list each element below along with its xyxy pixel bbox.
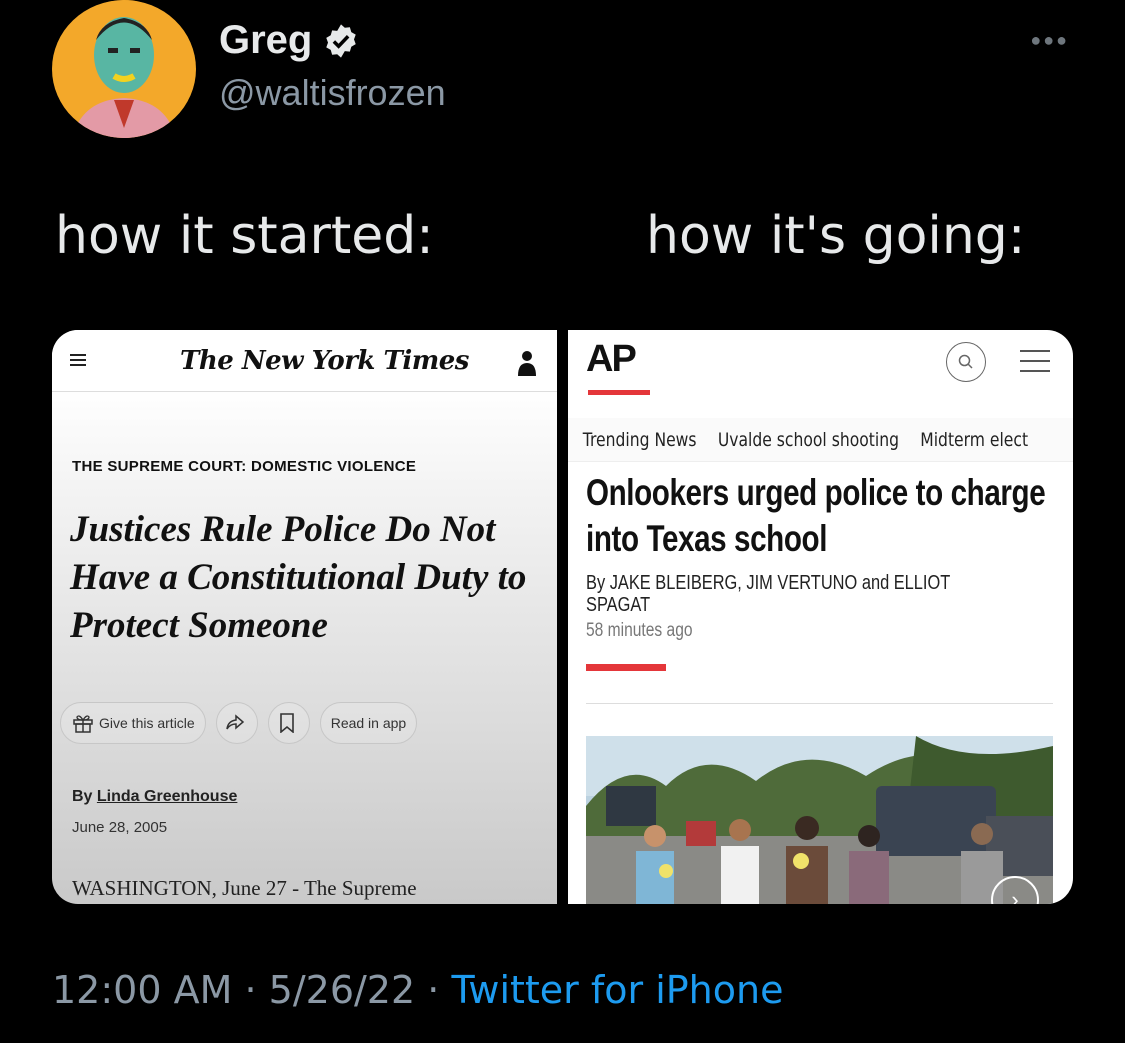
byline-prefix: By [72, 788, 93, 805]
ap-logo-underline [588, 390, 650, 395]
bookmark-icon [279, 713, 294, 733]
avatar[interactable] [52, 0, 196, 138]
bookmark-button [267, 702, 310, 744]
ap-photo: › [586, 736, 1053, 904]
nyt-logo: The New York Times [180, 346, 469, 376]
ap-trending-nav: Trending News Uvalde school shooting Mid… [568, 418, 1073, 462]
nyt-byline: By Linda Greenhouse [72, 788, 237, 806]
tweet-source-link[interactable]: Twitter for iPhone [451, 968, 783, 1012]
verified-badge-icon [326, 23, 357, 58]
nyt-kicker: THE SUPREME COURT: DOMESTIC VIOLENCE [72, 458, 417, 475]
tweet-date[interactable]: 5/26/22 [269, 968, 416, 1012]
tweet-meta: 12:00 AM · 5/26/22 · Twitter for iPhone [52, 968, 783, 1012]
more-options-icon[interactable]: ●●● [1030, 30, 1069, 51]
ap-screenshot[interactable]: AP Trending News Uvalde school shooting … [568, 330, 1073, 904]
ap-timestamp: 58 minutes ago [586, 620, 693, 641]
meta-separator: · [244, 968, 257, 1012]
read-in-app-button: Read in app [319, 702, 418, 744]
ap-divider [586, 703, 1053, 704]
nyt-date: June 28, 2005 [72, 819, 168, 836]
hamburger-menu-icon [70, 354, 86, 369]
ap-headline: Onlookers urged police to charge into Te… [586, 472, 1046, 559]
user-icon [518, 351, 536, 376]
read-in-app-label: Read in app [330, 715, 407, 731]
meta-separator: · [427, 968, 440, 1012]
ap-red-divider [586, 664, 666, 671]
give-article-label: Give this article [99, 715, 195, 731]
give-article-button: Give this article [60, 702, 206, 744]
gift-icon [73, 715, 93, 733]
tweet-media[interactable]: The New York Times THE SUPREME COURT: DO… [52, 330, 1073, 904]
display-name[interactable]: Greg [219, 18, 360, 63]
hamburger-menu-icon [1020, 350, 1050, 380]
author-link: Linda Greenhouse [96, 788, 238, 805]
share-button [215, 702, 258, 744]
nyt-screenshot[interactable]: The New York Times THE SUPREME COURT: DO… [52, 330, 557, 904]
user-handle[interactable]: @waltisfrozen [219, 72, 446, 114]
caption-left: how it started: [55, 206, 434, 266]
nyt-headline: Justices Rule Police Do Not Have a Const… [70, 509, 527, 646]
tweet-time[interactable]: 12:00 AM [52, 968, 232, 1012]
caption-right: how it's going: [646, 206, 1026, 266]
display-name-text: Greg [219, 18, 313, 62]
news-photo-image [586, 736, 1053, 904]
nav-midterm: Midterm elect [920, 428, 1029, 451]
search-icon [946, 342, 986, 382]
ap-byline: By JAKE BLEIBERG, JIM VERTUNO and ELLIOT… [586, 572, 950, 616]
nyt-dateline: WASHINGTON, June 27 - The Supreme [72, 876, 417, 900]
share-icon [225, 714, 244, 730]
nyt-header: The New York Times [52, 330, 557, 392]
ap-logo: AP [586, 338, 637, 380]
nav-uvalde: Uvalde school shooting [717, 428, 899, 451]
nyt-action-bar: Give this article Read in app [60, 702, 418, 744]
nav-trending-news: Trending News [582, 428, 697, 451]
avatar-image [52, 0, 196, 138]
